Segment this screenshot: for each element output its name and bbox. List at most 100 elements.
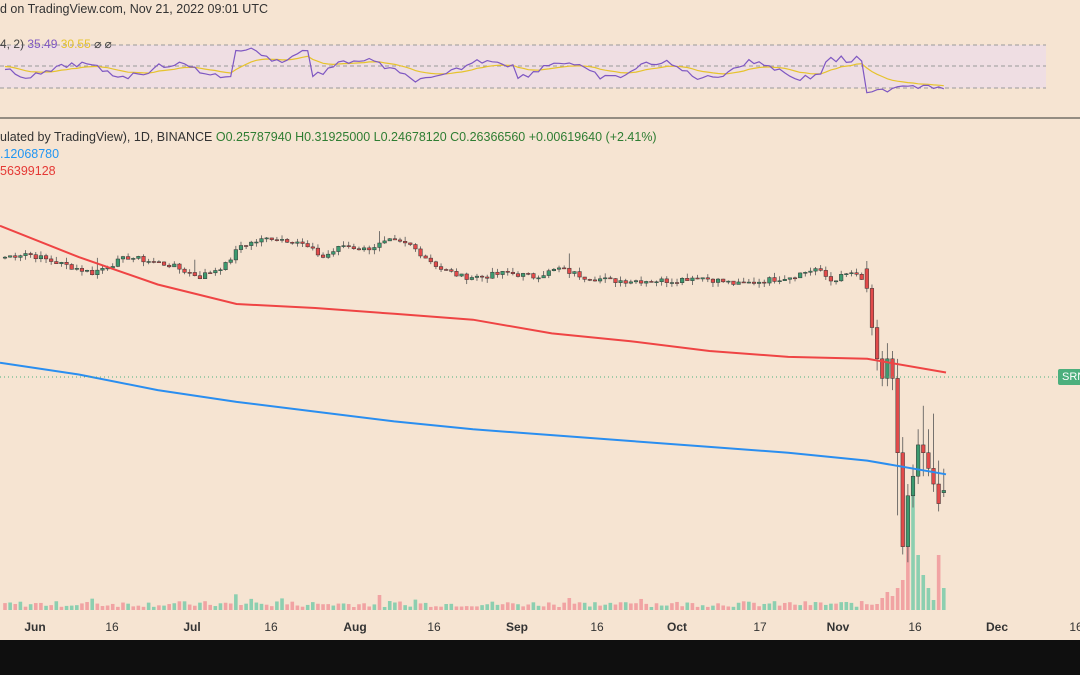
candle: [449, 269, 454, 272]
volume-bar: [90, 598, 95, 610]
candle: [710, 278, 715, 283]
candle: [685, 278, 690, 281]
volume-bar: [767, 603, 772, 610]
candle: [864, 268, 869, 289]
volume-bar: [588, 606, 592, 610]
ma50-legend: 56399128: [0, 164, 56, 178]
volume-bar: [824, 604, 828, 610]
volume-bar: [582, 602, 587, 610]
candle: [639, 280, 644, 284]
tick-label: Oct: [666, 620, 688, 634]
volume-bar: [264, 604, 269, 610]
open-value: O0.25787940: [215, 130, 292, 144]
candle: [582, 276, 587, 280]
candle: [941, 490, 946, 493]
candle: [74, 268, 79, 270]
candle: [936, 483, 941, 504]
candle: [669, 282, 674, 284]
candle: [931, 468, 936, 485]
price-chart[interactable]: [0, 0, 1080, 612]
candle: [603, 277, 608, 280]
volume-bar: [500, 604, 505, 610]
candle: [664, 278, 669, 283]
candle: [228, 259, 233, 263]
low-value: L0.24678120: [373, 130, 447, 144]
candle: [854, 272, 859, 275]
tick-label: 16: [264, 620, 278, 634]
candle: [803, 272, 808, 274]
volume-bar: [752, 602, 756, 610]
volume-bar: [788, 602, 792, 610]
volume-bar: [613, 604, 618, 610]
volume-bar: [521, 606, 525, 610]
volume-bar: [731, 606, 736, 610]
candle: [244, 245, 249, 247]
visibility-icon[interactable]: ⌀ ⌀: [94, 37, 112, 51]
candle: [772, 277, 777, 282]
candle: [521, 273, 526, 277]
candle: [695, 277, 700, 280]
candle: [834, 280, 839, 283]
volume-bar: [531, 602, 536, 610]
volume-bar: [880, 598, 885, 610]
volume-bar: [649, 606, 654, 610]
time-axis[interactable]: Jun 16 Jul 16 Aug 16 Sep 16 Oct 17 Nov 1…: [0, 612, 1080, 640]
volume-bar: [926, 588, 931, 610]
volume-bar: [516, 604, 520, 610]
volume-bar: [459, 606, 464, 610]
candle: [362, 247, 367, 251]
tick-label: 16: [590, 620, 604, 634]
candle: [439, 266, 444, 270]
volume-bar: [193, 605, 197, 610]
candle: [392, 238, 397, 241]
candle: [377, 242, 382, 248]
volume-bar: [44, 605, 48, 610]
candle: [95, 269, 100, 275]
candle: [85, 270, 90, 272]
candle: [331, 251, 336, 255]
candle: [736, 281, 741, 285]
volume-bar: [95, 603, 100, 610]
volume-bar: [300, 606, 305, 610]
volume-bar: [326, 604, 330, 610]
candle: [469, 277, 474, 280]
volume-bar: [470, 606, 474, 610]
volume-bar: [608, 602, 613, 610]
candle: [649, 281, 654, 283]
candle: [315, 247, 320, 256]
candle: [285, 239, 290, 243]
candle: [172, 263, 177, 268]
volume-bar: [187, 604, 192, 610]
volume-bar: [839, 602, 843, 610]
volume-bar: [85, 602, 89, 610]
volume-bar: [557, 606, 561, 610]
candle: [921, 444, 926, 453]
volume-bar: [121, 602, 125, 610]
candle: [818, 268, 823, 271]
volume-bar: [721, 605, 725, 610]
candle: [844, 273, 849, 275]
candle: [628, 281, 633, 284]
volume-bar: [321, 604, 325, 610]
candle: [59, 262, 64, 264]
tick-label: Dec: [985, 620, 1009, 634]
volume-bar: [911, 490, 915, 610]
volume-bar: [782, 602, 787, 610]
candle: [115, 258, 120, 267]
volume-bar: [577, 602, 582, 610]
volume-bar: [290, 601, 295, 610]
chart-page: d on TradingView.com, Nov 21, 2022 09:01…: [0, 0, 1080, 675]
candle: [618, 280, 623, 283]
candle: [490, 271, 495, 279]
volume-bar: [249, 598, 254, 610]
candle: [341, 245, 346, 247]
candle: [721, 278, 726, 283]
volume-bar: [234, 594, 238, 610]
candle: [587, 279, 592, 281]
volume-bar: [680, 606, 684, 610]
tick-label: Aug: [343, 620, 367, 634]
volume-bar: [659, 605, 664, 610]
volume-bar: [398, 601, 402, 610]
volume-bar: [654, 603, 659, 610]
volume-bar: [793, 604, 797, 610]
